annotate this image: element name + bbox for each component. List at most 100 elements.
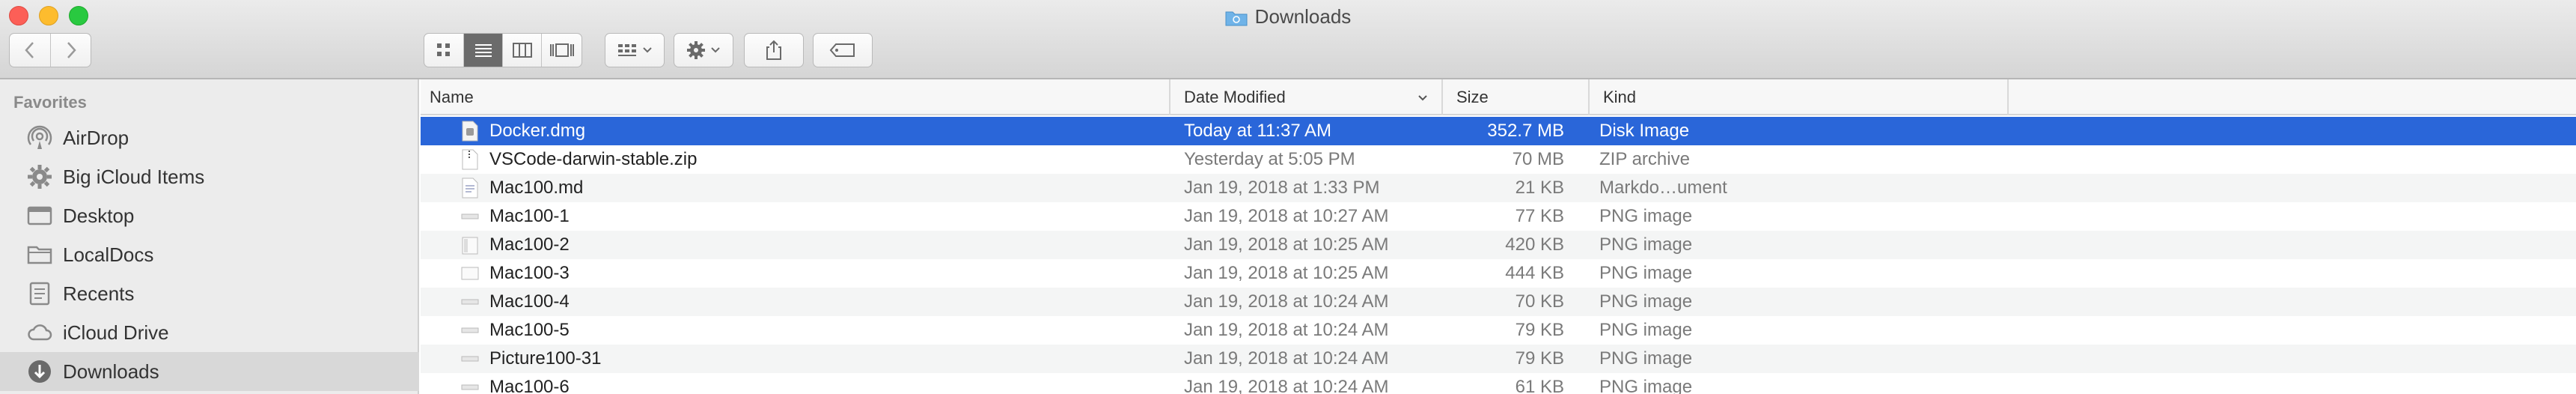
column-view-button[interactable] — [502, 34, 541, 67]
downloads-folder-icon — [1225, 8, 1248, 26]
file-date: Yesterday at 5:05 PM — [1184, 149, 1355, 169]
png-thumbnail-icon — [461, 377, 479, 394]
file-row-mac100-3[interactable]: Mac100-3 Jan 19, 2018 at 10:25 AM 444 KB… — [421, 259, 2576, 288]
file-row-vscode-zip[interactable]: VSCode-darwin-stable.zip Yesterday at 5:… — [421, 145, 2576, 174]
sidebar: Favorites AirDrop Big iCloud Items Deskt… — [0, 79, 419, 394]
png-thumbnail-icon — [461, 206, 479, 227]
desktop-icon — [25, 201, 54, 230]
column-view-icon — [512, 43, 532, 58]
navigation-group — [9, 33, 91, 67]
sidebar-item-downloads[interactable]: Downloads — [0, 352, 419, 391]
file-size: 79 KB — [1515, 348, 1564, 369]
file-list: Name Date Modified Size Kind Docker.dmg … — [421, 79, 2576, 394]
edit-tags-button[interactable] — [814, 34, 872, 67]
sidebar-item-recents[interactable]: Recents — [0, 274, 419, 313]
share-button[interactable] — [745, 34, 803, 67]
sidebar-item-label: Downloads — [63, 360, 159, 383]
file-size: 79 KB — [1515, 320, 1564, 340]
png-thumbnail-icon — [461, 263, 479, 284]
chevron-left-icon — [25, 42, 34, 58]
file-size: 70 KB — [1515, 291, 1564, 312]
cloud-icon — [25, 318, 54, 347]
sidebar-item-desktop[interactable]: Desktop — [0, 196, 419, 235]
action-button[interactable] — [674, 34, 733, 67]
file-row-mac100-2[interactable]: Mac100-2 Jan 19, 2018 at 10:25 AM 420 KB… — [421, 231, 2576, 259]
sidebar-heading-favorites: Favorites — [13, 93, 87, 112]
column-header-label: Date Modified — [1184, 88, 1286, 106]
column-header-size[interactable]: Size — [1441, 79, 1588, 115]
sidebar-item-big-icloud-items[interactable]: Big iCloud Items — [0, 157, 419, 196]
action-menu[interactable] — [674, 33, 733, 67]
file-date: Jan 19, 2018 at 10:27 AM — [1184, 206, 1389, 226]
file-date: Jan 19, 2018 at 10:25 AM — [1184, 234, 1389, 255]
file-size: 77 KB — [1515, 206, 1564, 226]
file-kind: Disk Image — [1599, 121, 1690, 141]
window-toolbar: Downloads — [0, 0, 2576, 79]
file-kind: PNG image — [1599, 263, 1693, 283]
tags-button-group — [813, 33, 873, 67]
window-title: Downloads — [1254, 4, 1352, 28]
group-by-button[interactable] — [605, 34, 664, 67]
png-thumbnail-icon — [461, 320, 479, 341]
file-kind: PNG image — [1599, 348, 1693, 369]
file-rows: Docker.dmg Today at 11:37 AM 352.7 MB Di… — [421, 117, 2576, 394]
sidebar-item-localdocs[interactable]: LocalDocs — [0, 235, 419, 274]
list-view-button[interactable] — [463, 34, 502, 67]
icon-view-button[interactable] — [424, 34, 463, 67]
png-thumbnail-icon — [461, 234, 479, 255]
column-header-label: Name — [430, 88, 474, 106]
icon-view-icon — [437, 43, 450, 56]
file-row-mac100-1[interactable]: Mac100-1 Jan 19, 2018 at 10:27 AM 77 KB … — [421, 202, 2576, 231]
column-header-kind[interactable]: Kind — [1588, 79, 2007, 115]
sidebar-item-label: Recents — [63, 282, 135, 305]
file-kind: ZIP archive — [1599, 149, 1690, 169]
file-row-mac100-5[interactable]: Mac100-5 Jan 19, 2018 at 10:24 AM 79 KB … — [421, 316, 2576, 345]
sidebar-item-label: Big iCloud Items — [63, 165, 205, 188]
column-header-empty — [2007, 79, 2576, 115]
file-kind: PNG image — [1599, 377, 1693, 394]
share-button-group — [744, 33, 804, 67]
file-size: 61 KB — [1515, 377, 1564, 394]
gallery-view-button[interactable] — [541, 34, 582, 67]
tag-icon — [829, 43, 855, 57]
sidebar-item-icloud-drive[interactable]: iCloud Drive — [0, 313, 419, 352]
file-size: 352.7 MB — [1487, 121, 1564, 141]
share-icon — [766, 40, 781, 60]
file-date: Jan 19, 2018 at 10:24 AM — [1184, 291, 1389, 312]
airdrop-icon — [25, 124, 54, 152]
column-header-label: Size — [1456, 88, 1489, 106]
file-date: Jan 19, 2018 at 1:33 PM — [1184, 178, 1380, 198]
file-kind: PNG image — [1599, 234, 1693, 255]
gear-icon — [687, 41, 705, 59]
file-row-picture100-31[interactable]: Picture100-31 Jan 19, 2018 at 10:24 AM 7… — [421, 345, 2576, 373]
file-date: Jan 19, 2018 at 10:25 AM — [1184, 263, 1389, 283]
file-date: Jan 19, 2018 at 10:24 AM — [1184, 320, 1389, 340]
file-size: 420 KB — [1505, 234, 1564, 255]
back-button[interactable] — [10, 34, 50, 67]
group-by-menu[interactable] — [605, 33, 665, 67]
sidebar-item-label: iCloud Drive — [63, 321, 169, 344]
sidebar-item-label: LocalDocs — [63, 243, 154, 266]
sidebar-item-airdrop[interactable]: AirDrop — [0, 118, 419, 157]
sidebar-item-label: Desktop — [63, 204, 135, 227]
file-kind: Markdo…ument — [1599, 178, 1727, 198]
file-date: Jan 19, 2018 at 10:24 AM — [1184, 348, 1389, 369]
group-grid-icon — [618, 44, 636, 56]
window-title-bar: Downloads — [0, 1, 2576, 31]
file-row-mac100-6[interactable]: Mac100-6 Jan 19, 2018 at 10:24 AM 61 KB … — [421, 373, 2576, 394]
column-header-date-modified[interactable]: Date Modified — [1169, 79, 1441, 115]
forward-button[interactable] — [50, 34, 91, 67]
chevron-right-icon — [67, 42, 76, 58]
sidebar-item-label: AirDrop — [63, 126, 129, 149]
png-thumbnail-icon — [461, 291, 479, 312]
sidebar-list: AirDrop Big iCloud Items Desktop LocalDo… — [0, 118, 419, 391]
column-header-name[interactable]: Name — [421, 79, 1169, 115]
file-size: 444 KB — [1505, 263, 1564, 283]
file-row-mac100-4[interactable]: Mac100-4 Jan 19, 2018 at 10:24 AM 70 KB … — [421, 288, 2576, 316]
file-row-docker-dmg[interactable]: Docker.dmg Today at 11:37 AM 352.7 MB Di… — [421, 117, 2576, 145]
gear-folder-icon — [25, 163, 54, 191]
folder-icon — [25, 240, 54, 269]
chevron-down-icon — [643, 47, 652, 53]
file-row-mac100-md[interactable]: Mac100.md Jan 19, 2018 at 1:33 PM 21 KB … — [421, 174, 2576, 202]
chevron-down-icon — [711, 47, 720, 53]
